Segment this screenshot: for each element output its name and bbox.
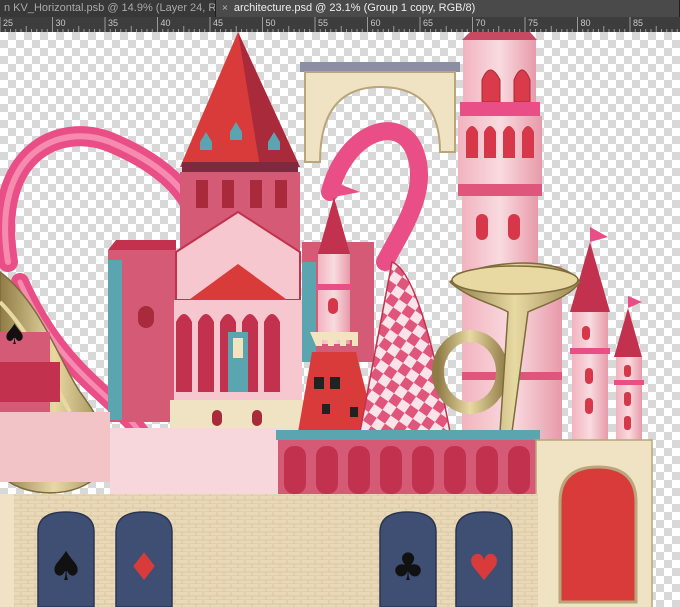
ruler-label: 35 [108, 18, 119, 28]
ruler-label: 85 [633, 18, 644, 28]
ruler-ticks [0, 17, 678, 32]
heart-icon: ♥ [468, 548, 500, 589]
cream-arch [300, 62, 460, 163]
ruler-label: 30 [55, 18, 66, 28]
ruler-label: 50 [265, 18, 276, 28]
ruler-label: 60 [370, 18, 381, 28]
ruler-label: 25 [3, 18, 14, 28]
spade-icon: ♠ [48, 544, 84, 590]
ruler-label: 65 [423, 18, 434, 28]
diamond-icon: ♦ [127, 545, 161, 589]
document-tab-bar: n KV_Horizontal.psb @ 14.9% (Layer 24, R… [0, 0, 680, 17]
ruler-label: 75 [528, 18, 539, 28]
ruler-label: 55 [318, 18, 329, 28]
ruler-label: 70 [475, 18, 486, 28]
photoshop-window: n KV_Horizontal.psb @ 14.9% (Layer 24, R… [0, 0, 680, 607]
tab-label: n KV_Horizontal.psb @ 14.9% (Layer 24, R… [4, 2, 216, 14]
horizontal-ruler[interactable]: 253035404550556065707580859095 [0, 17, 680, 33]
club-icon: ♣ [391, 545, 425, 589]
close-icon[interactable]: × [222, 0, 228, 17]
document-canvas[interactable]: ♠ ♠ ♦ ♣ ♥ [0, 32, 680, 607]
ruler-label: 80 [580, 18, 591, 28]
ruler-label: 45 [213, 18, 224, 28]
tab-label: architecture.psd @ 23.1% (Group 1 copy, … [233, 2, 476, 14]
tab-architecture[interactable]: × architecture.psd @ 23.1% (Group 1 copy,… [216, 0, 680, 17]
tab-kv-horizontal[interactable]: n KV_Horizontal.psb @ 14.9% (Layer 24, R… [0, 0, 216, 17]
spade-glyph-left: ♠ [2, 318, 27, 351]
ruler-label: 40 [160, 18, 171, 28]
small-towers-right [570, 227, 644, 455]
castle-artwork: ♠ ♠ ♦ ♣ ♥ [0, 32, 653, 607]
